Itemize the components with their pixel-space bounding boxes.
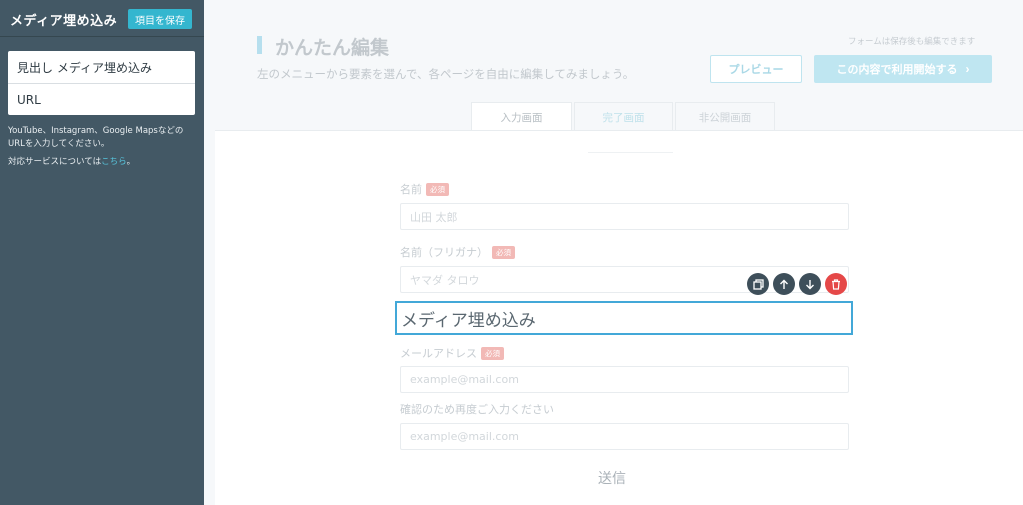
title-accent-bar (257, 36, 262, 54)
name-input[interactable]: 山田 太郎 (400, 203, 849, 230)
media-embed-heading[interactable]: メディア埋め込み (395, 301, 853, 335)
arrow-down-icon[interactable] (799, 273, 821, 295)
arrow-up-icon[interactable] (773, 273, 795, 295)
panel-divider (588, 152, 673, 154)
trash-icon[interactable] (825, 273, 847, 295)
sidebar-title: メディア埋め込み (10, 14, 118, 29)
form-panel: 名前 必須 山田 太郎 名前（フリガナ） 必須 ヤマダ タロウ メディア埋め込み… (215, 130, 1023, 505)
tab-complete[interactable]: 完了画面 (574, 102, 673, 131)
preview-button[interactable]: プレビュー (710, 55, 802, 83)
copy-icon[interactable] (747, 273, 769, 295)
chevron-right-icon: › (965, 62, 970, 76)
kana-label-text: 名前（フリガナ） (400, 246, 488, 259)
tab-input[interactable]: 入力画面 (471, 102, 572, 131)
submit-button[interactable]: 送信 (598, 468, 626, 488)
confirm-label-text: 確認のため再度ご入力ください (400, 403, 554, 416)
services-note: 対応サービスについてはこちら。 (8, 155, 135, 167)
sidebar-header: メディア埋め込み 項目を保存 (0, 0, 204, 37)
help-line-1: YouTube、Instagram、Google Mapsなどの (8, 126, 184, 136)
email-input[interactable]: example@mail.com (400, 366, 849, 393)
saved-note: フォームは保存後も編集できます (848, 37, 976, 47)
main-area: かんたん編集 左のメニューから要素を選んで、各ページを自由に編集してみましょう。… (204, 0, 1023, 505)
name-label: 名前 必須 (400, 181, 449, 197)
editor-sidebar: メディア埋め込み 項目を保存 見出し メディア埋め込み URL YouTube、… (0, 0, 204, 505)
page-tabs: 入力画面 完了画面 非公開画面 (471, 102, 777, 131)
services-suffix: 。 (126, 157, 136, 167)
help-line-2: URLを入力してください。 (8, 139, 110, 149)
confirm-email-input[interactable]: example@mail.com (400, 423, 849, 450)
required-badge: 必須 (481, 346, 504, 360)
tab-private[interactable]: 非公開画面 (675, 102, 775, 131)
page-subtitle: 左のメニューから要素を選んで、各ページを自由に編集してみましょう。 (257, 67, 635, 81)
services-link[interactable]: こちら (101, 157, 127, 167)
url-field[interactable]: URL (8, 83, 195, 115)
name-label-text: 名前 (400, 183, 422, 196)
confirm-label: 確認のため再度ご入力ください (400, 401, 554, 417)
kana-label: 名前（フリガナ） 必須 (400, 244, 515, 260)
page-title: かんたん編集 (275, 37, 390, 59)
required-badge: 必須 (492, 245, 515, 259)
save-item-button[interactable]: 項目を保存 (128, 9, 192, 29)
heading-field[interactable]: 見出し メディア埋め込み (8, 51, 195, 83)
start-using-label: この内容で利用開始する (836, 64, 958, 76)
sidebar-help-text: YouTube、Instagram、Google Mapsなどの URLを入力し… (8, 125, 198, 151)
required-badge: 必須 (426, 182, 449, 196)
email-label: メールアドレス 必須 (400, 345, 504, 361)
start-using-button[interactable]: この内容で利用開始する › (814, 55, 992, 83)
sidebar-fields: 見出し メディア埋め込み URL (8, 51, 195, 115)
services-prefix: 対応サービスについては (8, 157, 102, 167)
email-label-text: メールアドレス (400, 347, 477, 360)
